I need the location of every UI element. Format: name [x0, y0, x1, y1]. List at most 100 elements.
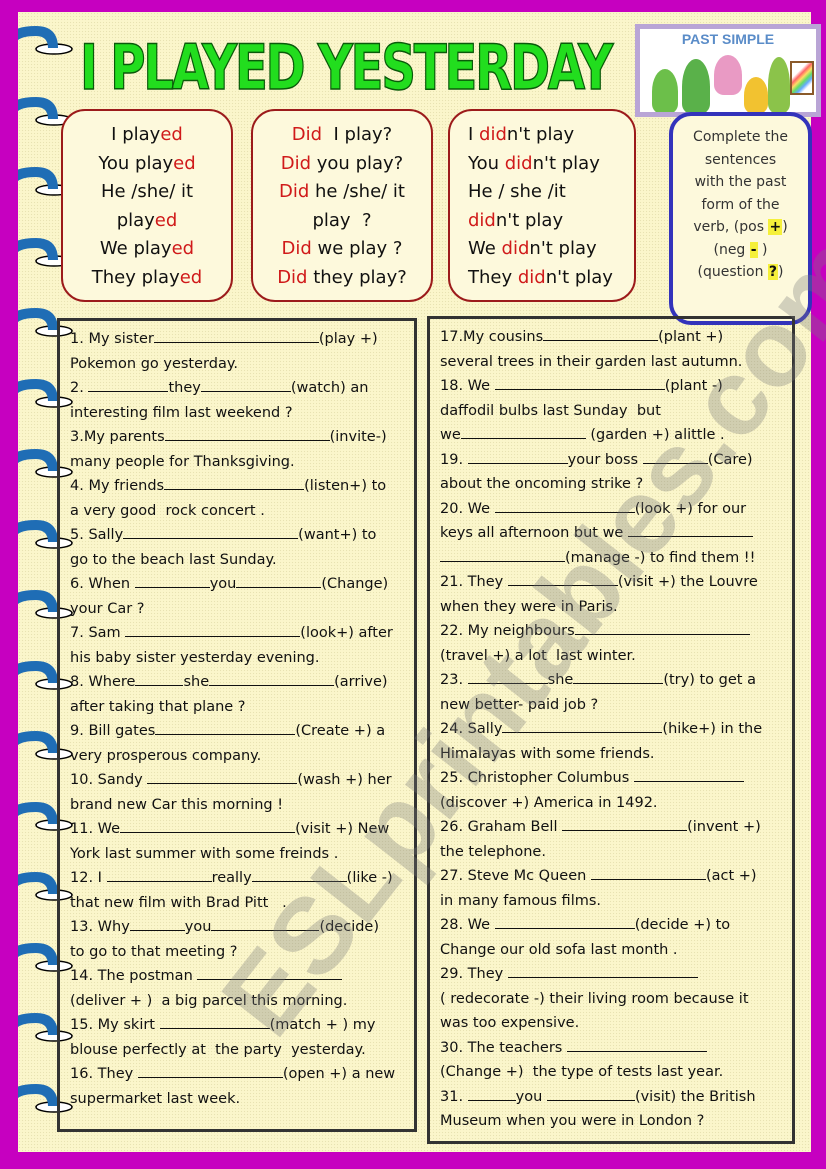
exercise-line: 15. My skirt (match + ) my	[70, 1013, 406, 1038]
exercise-line: 21. They (visit +) the Louvre	[440, 570, 784, 595]
instruction-neg: (neg - )	[673, 239, 808, 262]
worksheet-title: I PLAYED YESTERDAY	[79, 30, 613, 105]
exercise-text: Pokemon go yesterday.	[70, 355, 238, 372]
answer-blank[interactable]	[574, 621, 750, 635]
exercise-line: 18. We (plant -)	[440, 374, 784, 399]
answer-blank[interactable]	[251, 868, 347, 882]
exercise-text: 20. We	[440, 500, 495, 517]
exercise-text: they	[168, 380, 201, 396]
answer-blank[interactable]	[147, 770, 298, 784]
line-text: n't play	[506, 124, 575, 145]
answer-blank[interactable]	[502, 719, 663, 733]
exercise-text: Himalayas with some friends.	[440, 745, 655, 762]
answer-blank[interactable]	[494, 376, 665, 390]
instruction-line: Complete the	[693, 129, 788, 145]
answer-blank[interactable]	[106, 868, 212, 882]
question-sign: ?	[767, 264, 779, 280]
answer-blank[interactable]	[546, 1087, 635, 1101]
answer-blank[interactable]	[507, 572, 618, 586]
line-text: play ?	[312, 209, 372, 231]
answer-blank[interactable]	[137, 1064, 283, 1078]
answer-blank[interactable]	[88, 378, 169, 392]
exercise-line: after taking that plane ?	[70, 695, 406, 720]
exercise-line: (travel +) a lot last winter.	[440, 644, 784, 669]
exercise-text: (plant -)	[664, 378, 723, 394]
answer-blank[interactable]	[159, 1015, 270, 1029]
exercise-text: to go to that meeting ?	[70, 943, 238, 960]
answer-blank[interactable]	[642, 450, 708, 464]
exercise-line: a very good rock concert .	[70, 499, 406, 524]
answer-blank[interactable]	[236, 574, 322, 588]
answer-blank[interactable]	[573, 670, 664, 684]
answer-blank[interactable]	[155, 721, 296, 735]
exercise-text: 3.My parents	[70, 429, 165, 445]
kid-figure-icon	[744, 77, 768, 112]
answer-blank[interactable]	[627, 523, 753, 537]
answer-blank[interactable]	[125, 623, 301, 637]
answer-blank[interactable]	[467, 450, 568, 464]
exercise-line: keys all afternoon but we	[440, 521, 784, 546]
exercise-text: (arrive)	[334, 674, 388, 690]
exercise-line: new better- paid job ?	[440, 693, 784, 718]
answer-blank[interactable]	[120, 819, 296, 833]
answer-blank[interactable]	[494, 915, 635, 929]
highlighted-form: Did	[277, 266, 308, 288]
exercise-text: 31.	[440, 1088, 468, 1105]
answer-blank[interactable]	[209, 672, 335, 686]
pos-label: verb, (pos	[693, 219, 769, 235]
affirmative-line: We played	[63, 235, 231, 264]
answer-blank[interactable]	[590, 866, 706, 880]
exercise-line: 13. Why you (decide)	[70, 915, 406, 940]
answer-blank[interactable]	[467, 1087, 516, 1101]
exercise-text: (Create +) a	[295, 723, 386, 739]
answer-blank[interactable]	[211, 917, 320, 931]
exercise-text: 12. I	[70, 870, 107, 886]
exercise-text: 14. The postman	[70, 968, 198, 984]
exercise-text: 16. They	[70, 1066, 138, 1082]
answer-blank[interactable]	[197, 966, 343, 980]
answer-blank[interactable]	[129, 917, 185, 931]
answer-blank[interactable]	[440, 548, 565, 562]
exercise-text: (garden +) alittle .	[585, 427, 725, 443]
exercise-text: 9. Bill gates	[70, 723, 156, 739]
exercise-text: (decide)	[319, 919, 380, 935]
easel-rainbow-icon	[790, 61, 814, 95]
answer-blank[interactable]	[543, 327, 659, 341]
answer-blank[interactable]	[123, 525, 299, 539]
line-text: I play?	[322, 124, 393, 145]
answer-blank[interactable]	[507, 964, 698, 978]
pos-suffix: )	[782, 219, 788, 235]
exercise-text: 4. My friends	[70, 478, 165, 494]
answer-blank[interactable]	[164, 476, 305, 490]
exercise-line: 26. Graham Bell (invent +)	[440, 815, 784, 840]
answer-blank[interactable]	[153, 329, 319, 343]
answer-blank[interactable]	[134, 574, 210, 588]
plus-sign: +	[768, 219, 783, 235]
line-text: He / she /it	[468, 181, 566, 202]
exercise-text: (hike+) in the	[662, 721, 763, 737]
exercise-text: 13. Why	[70, 919, 130, 935]
exercise-line: about the oncoming strike ?	[440, 472, 784, 497]
answer-blank[interactable]	[633, 768, 744, 782]
exercise-line: 30. The teachers	[440, 1036, 784, 1061]
answer-blank[interactable]	[562, 817, 688, 831]
exercise-text: you	[209, 576, 237, 592]
highlighted-form: did	[479, 124, 507, 145]
exercise-text: 28. We	[440, 917, 495, 933]
exercise-text: (decide +) to	[634, 917, 731, 933]
exercise-line: (discover +) America in 1492.	[440, 791, 784, 816]
highlighted-form: ed	[160, 124, 183, 145]
neg-label: (neg	[713, 241, 750, 258]
answer-blank[interactable]	[494, 499, 635, 513]
answer-blank[interactable]	[164, 427, 330, 441]
exercise-line: 1. My sister (play +)	[70, 327, 406, 352]
answer-blank[interactable]	[467, 670, 548, 684]
exercise-text: (Care)	[707, 451, 753, 468]
answer-blank[interactable]	[135, 672, 184, 686]
exercise-text: 8. Where	[70, 674, 136, 690]
answer-blank[interactable]	[566, 1038, 707, 1052]
line-text: We	[468, 238, 502, 259]
answer-blank[interactable]	[200, 378, 291, 392]
exercise-text: 30. The teachers	[440, 1039, 567, 1056]
answer-blank[interactable]	[460, 425, 586, 439]
